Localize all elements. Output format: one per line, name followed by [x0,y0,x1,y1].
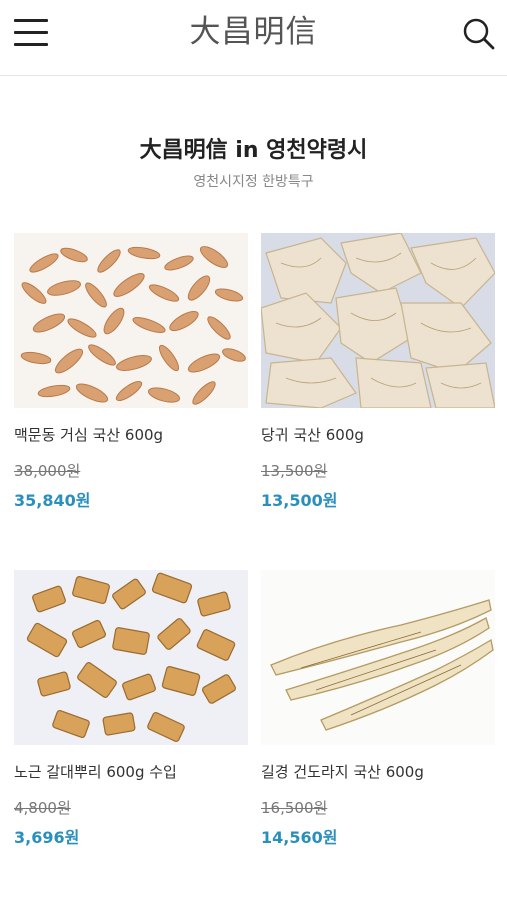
product-name[interactable]: 노근 갈대뿌리 600g 수입 [14,761,248,783]
original-price: 4,800원 [14,799,71,817]
shop-subtitle: 영천시지정 한방특구 [193,174,314,190]
sale-price: 13,500원 [261,491,338,510]
site-logo[interactable]: 大昌明信 [0,12,507,52]
shop-title: 大昌明信 in 영천약령시 [139,138,368,163]
product-name[interactable]: 맥문동 거심 국산 600g [14,424,248,446]
product-image-maekmundong[interactable] [14,233,248,408]
product-name[interactable]: 당귀 국산 600g [261,424,495,446]
product-image-nogeun[interactable] [14,570,248,745]
sale-price: 3,696원 [14,828,80,847]
product-image-danggwi[interactable] [261,233,495,408]
top-header: 大昌明信 [0,0,507,76]
original-price: 13,500원 [261,462,328,480]
original-price: 38,000원 [14,462,81,480]
product-name[interactable]: 길경 건도라지 국산 600g [261,761,495,783]
sale-price: 14,560원 [261,828,338,847]
sale-price: 35,840원 [14,491,91,510]
search-icon[interactable] [459,14,497,52]
product-image-gilgyeong[interactable] [261,570,495,745]
original-price: 16,500원 [261,799,328,817]
